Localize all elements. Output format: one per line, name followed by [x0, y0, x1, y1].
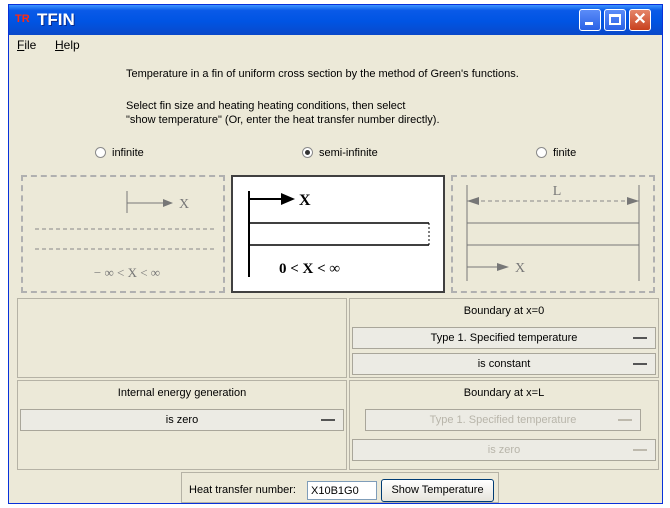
diagram-finite-svg: L X	[466, 184, 640, 281]
show-temperature-button[interactable]: Show Temperature	[381, 479, 494, 502]
menu-help[interactable]: Help	[55, 38, 80, 52]
boundaryL-condition-value: is zero	[487, 444, 521, 456]
diagram-semi-infinite-svg: X 0 < X < ∞	[248, 191, 430, 277]
app-icon: TR	[15, 13, 30, 25]
heat-transfer-number-input[interactable]	[307, 481, 377, 500]
length-arrow-left-icon	[467, 197, 479, 205]
close-button[interactable]: ✕	[629, 9, 651, 31]
radio-semi-infinite-dot[interactable]	[302, 147, 313, 158]
minimize-button[interactable]	[579, 9, 601, 31]
boundaryL-type-select[interactable]: Type 1. Specified temperature	[365, 409, 641, 431]
radio-infinite-label: infinite	[112, 147, 144, 159]
generation-value: is zero	[165, 414, 199, 426]
menu-file[interactable]: File	[17, 38, 36, 52]
diagram-finite[interactable]: L X	[451, 175, 655, 293]
intro-line-2: Select fin size and heating heating cond…	[126, 100, 406, 112]
boundaryL-type-value: Type 1. Specified temperature	[429, 414, 577, 426]
axis-label: X	[515, 261, 525, 276]
radio-finite-label: finite	[553, 147, 577, 159]
diagram-infinite-svg: X − ∞ < X < ∞	[35, 191, 217, 280]
empty-group	[17, 298, 347, 378]
boundaryL-heading: Boundary at x=L	[463, 387, 545, 399]
dropdown-icon	[633, 363, 647, 365]
intro-line-1: Temperature in a fin of uniform cross se…	[126, 68, 519, 80]
boundary0-type-value: Type 1. Specified temperature	[430, 332, 578, 344]
tfin-window: TR TFIN ✕ File Help Temperature in a fin…	[8, 4, 663, 504]
radio-infinite[interactable]: infinite	[95, 147, 144, 159]
diagram-semi-infinite[interactable]: X 0 < X < ∞	[231, 175, 445, 293]
radio-semi-infinite[interactable]: semi-infinite	[302, 147, 378, 159]
heat-transfer-number-label: Heat transfer number:	[189, 484, 296, 496]
radio-infinite-dot[interactable]	[95, 147, 106, 158]
boundary0-type-select[interactable]: Type 1. Specified temperature	[352, 327, 656, 349]
maximize-button[interactable]	[604, 9, 626, 31]
range-label: − ∞ < X < ∞	[94, 265, 160, 280]
length-arrow-right-icon	[627, 197, 639, 205]
intro-line-3: "show temperature" (Or, enter the heat t…	[126, 114, 440, 126]
radio-semi-infinite-label: semi-infinite	[319, 147, 378, 159]
dropdown-icon	[633, 337, 647, 339]
dropdown-icon	[633, 449, 647, 451]
length-label: L	[553, 184, 562, 199]
generation-select[interactable]: is zero	[20, 409, 344, 431]
radio-finite-dot[interactable]	[536, 147, 547, 158]
diagram-infinite[interactable]: X − ∞ < X < ∞	[21, 175, 225, 293]
axis-arrow-icon	[497, 263, 509, 271]
close-icon: ✕	[633, 11, 647, 28]
window-title: TFIN	[37, 10, 75, 29]
dropdown-icon	[321, 419, 335, 421]
boundary0-condition-select[interactable]: is constant	[352, 353, 656, 375]
minimize-icon	[585, 22, 593, 25]
maximize-icon	[609, 14, 621, 25]
generation-heading: Internal energy generation	[117, 387, 247, 399]
axis-label: X	[299, 192, 311, 209]
boundary0-condition-value: is constant	[477, 358, 531, 370]
axis-arrow-icon	[281, 193, 295, 205]
axis-label: X	[179, 197, 189, 212]
boundary0-heading: Boundary at x=0	[463, 305, 545, 317]
title-bar[interactable]: TR TFIN ✕	[9, 5, 662, 35]
radio-finite[interactable]: finite	[536, 147, 576, 159]
menu-bar: File Help	[9, 36, 662, 54]
dropdown-icon	[618, 419, 632, 421]
range-label: 0 < X < ∞	[279, 261, 340, 277]
axis-arrow-icon	[163, 199, 173, 207]
boundaryL-condition-select[interactable]: is zero	[352, 439, 656, 461]
